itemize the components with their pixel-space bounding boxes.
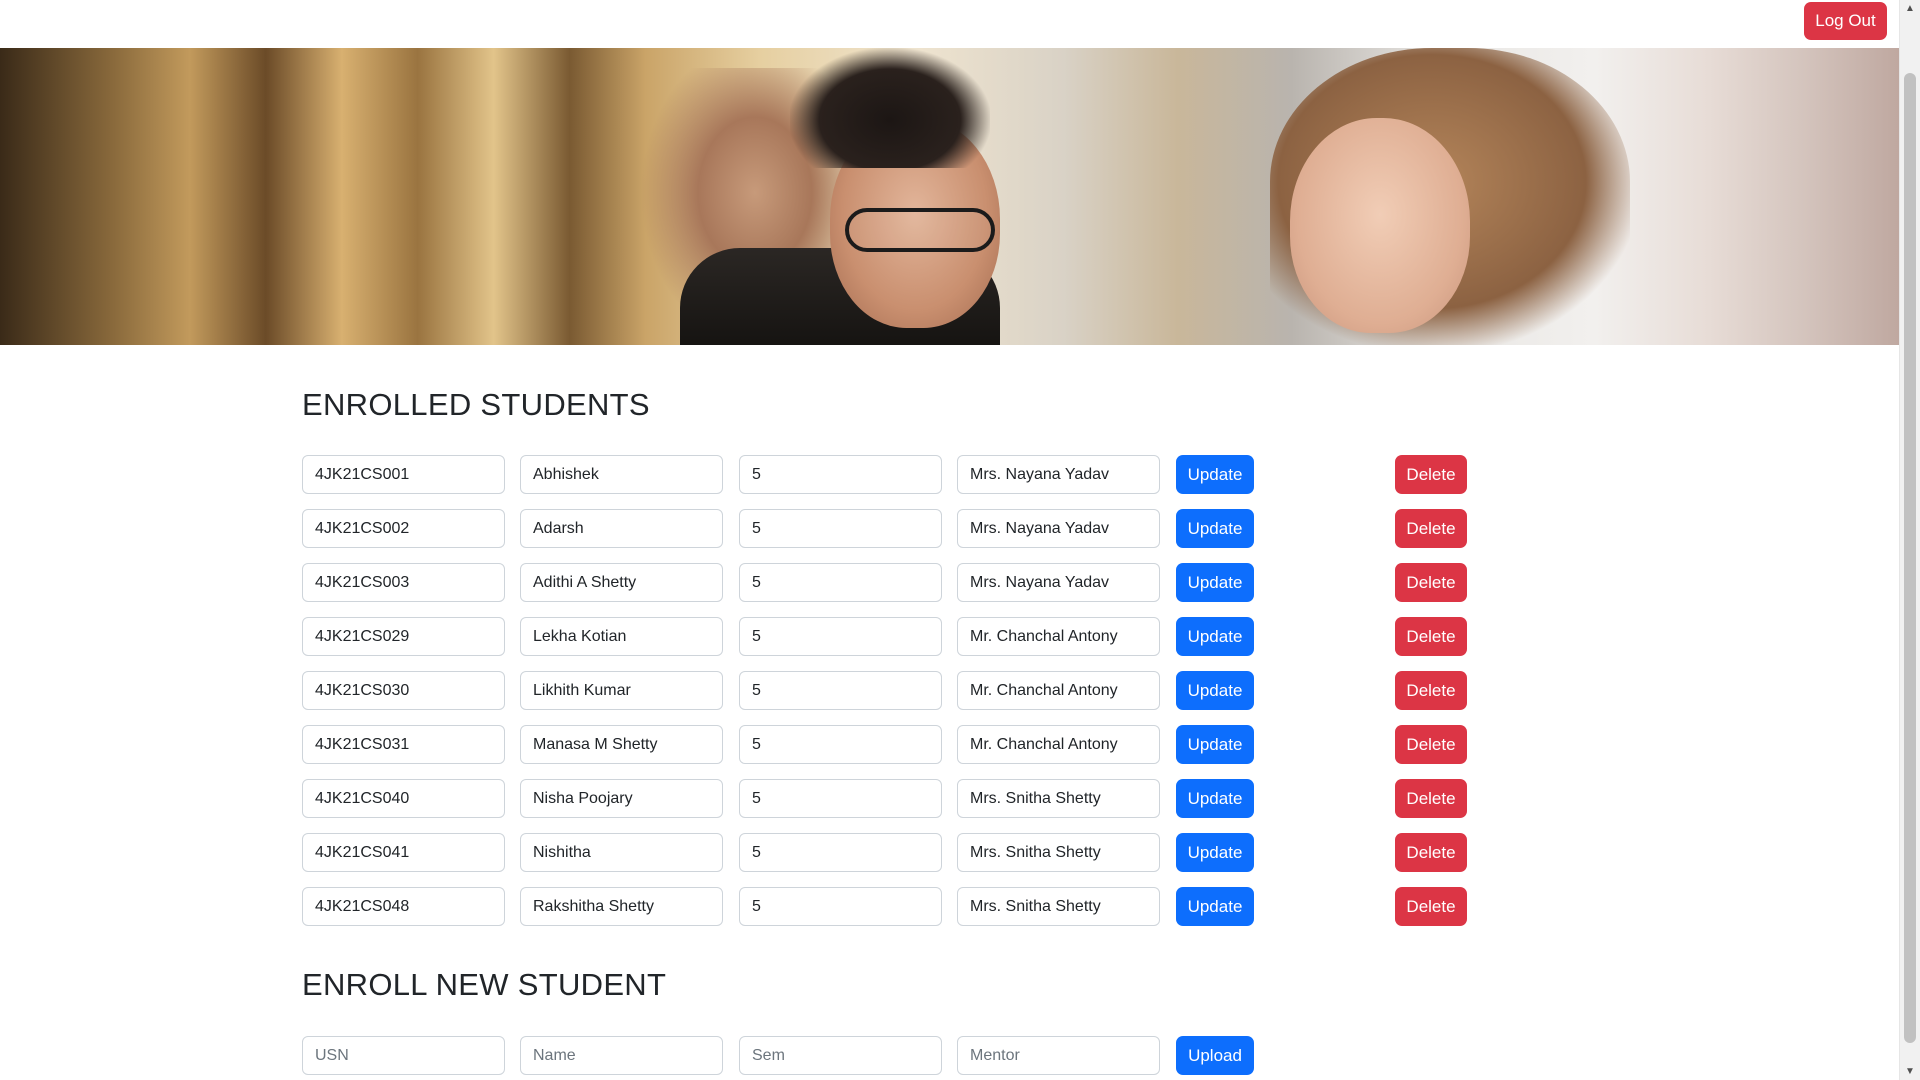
update-button[interactable]: Update [1176, 617, 1254, 656]
student-name-field[interactable] [520, 779, 723, 818]
delete-button[interactable]: Delete [1395, 671, 1467, 710]
student-sem-field[interactable] [739, 725, 942, 764]
delete-button[interactable]: Delete [1395, 833, 1467, 872]
logout-button[interactable]: Log Out [1804, 2, 1887, 40]
hero-person-1-glasses [845, 208, 995, 252]
update-button[interactable]: Update [1176, 833, 1254, 872]
student-row: Update Delete [302, 617, 1502, 657]
student-row: Update Delete [302, 779, 1502, 819]
student-mentor-field[interactable] [957, 563, 1160, 602]
sem-input[interactable] [739, 1036, 942, 1075]
student-row: Update Delete [302, 887, 1502, 927]
student-mentor-field[interactable] [957, 617, 1160, 656]
student-mentor-field[interactable] [957, 833, 1160, 872]
delete-button[interactable]: Delete [1395, 455, 1467, 494]
update-button[interactable]: Update [1176, 509, 1254, 548]
mentor-input[interactable] [957, 1036, 1160, 1075]
student-row: Update Delete [302, 725, 1502, 765]
student-usn-field[interactable] [302, 833, 505, 872]
student-mentor-field[interactable] [957, 671, 1160, 710]
student-name-field[interactable] [520, 455, 723, 494]
student-usn-field[interactable] [302, 563, 505, 602]
student-sem-field[interactable] [739, 563, 942, 602]
enrolled-students-heading: ENROLLED STUDENTS [302, 387, 650, 422]
upload-button[interactable]: Upload [1176, 1036, 1254, 1075]
student-usn-field[interactable] [302, 779, 505, 818]
enroll-new-student-heading: ENROLL NEW STUDENT [302, 967, 667, 1002]
student-sem-field[interactable] [739, 833, 942, 872]
student-name-field[interactable] [520, 725, 723, 764]
student-mentor-field[interactable] [957, 887, 1160, 926]
delete-button[interactable]: Delete [1395, 725, 1467, 764]
student-row: Update Delete [302, 509, 1502, 549]
delete-button[interactable]: Delete [1395, 563, 1467, 602]
student-sem-field[interactable] [739, 617, 942, 656]
student-row: Update Delete [302, 563, 1502, 603]
student-usn-field[interactable] [302, 887, 505, 926]
student-usn-field[interactable] [302, 671, 505, 710]
student-sem-field[interactable] [739, 671, 942, 710]
student-usn-field[interactable] [302, 455, 505, 494]
scroll-down-arrow-icon[interactable]: ▼ [1900, 1063, 1920, 1080]
student-name-field[interactable] [520, 563, 723, 602]
delete-button[interactable]: Delete [1395, 887, 1467, 926]
student-mentor-field[interactable] [957, 725, 1160, 764]
student-name-field[interactable] [520, 617, 723, 656]
update-button[interactable]: Update [1176, 563, 1254, 602]
enroll-form: Upload [302, 1036, 1502, 1076]
scrollbar-thumb[interactable] [1904, 73, 1916, 1043]
delete-button[interactable]: Delete [1395, 617, 1467, 656]
student-mentor-field[interactable] [957, 779, 1160, 818]
update-button[interactable]: Update [1176, 779, 1254, 818]
student-row: Update Delete [302, 671, 1502, 711]
delete-button[interactable]: Delete [1395, 509, 1467, 548]
student-usn-field[interactable] [302, 725, 505, 764]
hero-person-1-hair [790, 48, 990, 168]
usn-input[interactable] [302, 1036, 505, 1075]
student-row: Update Delete [302, 455, 1502, 495]
top-bar: Log Out [0, 0, 1899, 48]
student-sem-field[interactable] [739, 779, 942, 818]
student-name-field[interactable] [520, 509, 723, 548]
student-name-field[interactable] [520, 671, 723, 710]
page: Log Out ENROLLED STUDENTS UpdateDeleteUp… [0, 0, 1899, 1080]
student-name-field[interactable] [520, 833, 723, 872]
scroll-up-arrow-icon[interactable]: ▲ [1900, 0, 1920, 17]
hero-banner-image [0, 48, 1899, 345]
update-button[interactable]: Update [1176, 887, 1254, 926]
student-sem-field[interactable] [739, 887, 942, 926]
student-usn-field[interactable] [302, 617, 505, 656]
student-mentor-field[interactable] [957, 455, 1160, 494]
delete-button[interactable]: Delete [1395, 779, 1467, 818]
update-button[interactable]: Update [1176, 455, 1254, 494]
student-sem-field[interactable] [739, 509, 942, 548]
name-input[interactable] [520, 1036, 723, 1075]
student-name-field[interactable] [520, 887, 723, 926]
update-button[interactable]: Update [1176, 671, 1254, 710]
update-button[interactable]: Update [1176, 725, 1254, 764]
vertical-scrollbar[interactable]: ▲ ▼ [1899, 0, 1920, 1080]
hero-person-2-face [1290, 118, 1470, 333]
student-sem-field[interactable] [739, 455, 942, 494]
student-row: Update Delete [302, 833, 1502, 873]
student-mentor-field[interactable] [957, 509, 1160, 548]
student-usn-field[interactable] [302, 509, 505, 548]
